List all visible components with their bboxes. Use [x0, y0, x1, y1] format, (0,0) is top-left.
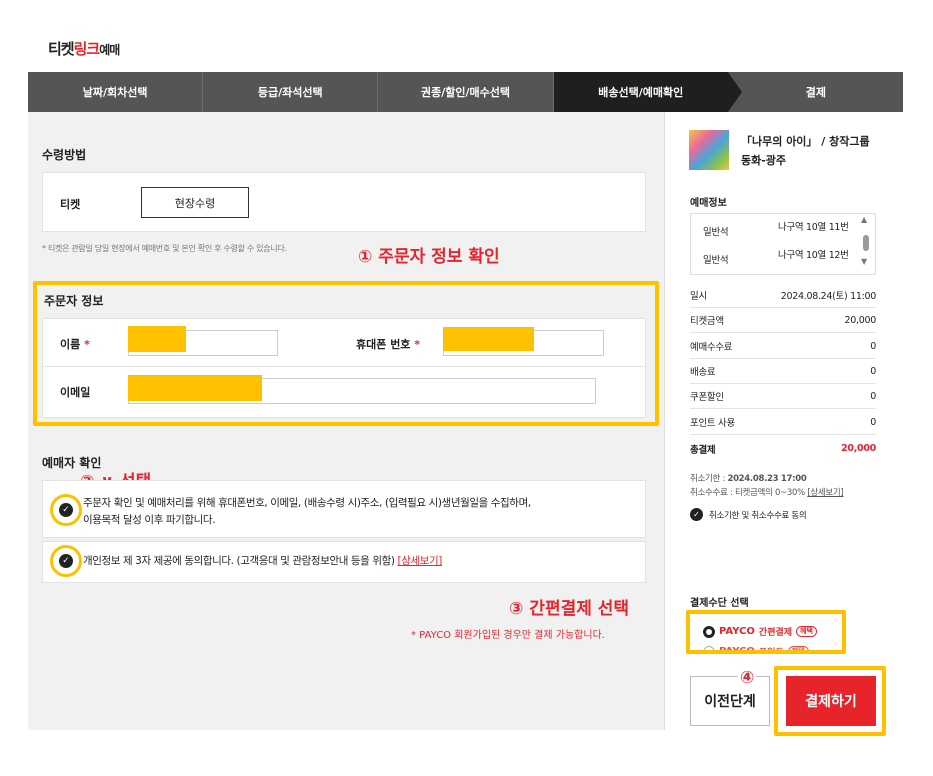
receive-method-title: 수령방법 [42, 148, 87, 162]
callout-1: ① 주문자 정보 확인 [358, 247, 500, 267]
cancel-deadline-label: 취소기한 : [690, 474, 728, 484]
ticket-label: 티켓 [60, 198, 81, 211]
info-row-datetime: 일시 2024.08.24(토) 11:00 [690, 283, 876, 308]
info-value: 20,000 [844, 314, 877, 326]
info-label: 쿠폰할인 [690, 392, 724, 403]
cancel-fee: 취소수수료 : 티켓금액의 0~30% [상세보기] [690, 486, 844, 498]
step-payment: 결제 [727, 72, 904, 112]
info-row-delivery-fee: 배송료 0 [690, 359, 876, 384]
scroll-thumb[interactable] [863, 235, 869, 251]
logo-link: 링크 [73, 40, 101, 58]
consent1-highlight [50, 494, 82, 526]
seat-location-1: 나구역 10열 11번 [778, 222, 849, 233]
cancel-deadline: 취소기한 : 2024.08.23 17:00 [690, 472, 807, 484]
info-value: 0 [870, 416, 876, 428]
payment-method-title: 결제수단 선택 [690, 598, 749, 609]
info-label: 포인트 사용 [690, 418, 735, 429]
cancel-fee-label: 취소수수료 : 티켓금액의 0~30% [690, 488, 805, 498]
step-bar: 날짜/회차선택 등급/좌석선택 권종/할인/매수선택 배송선택/예매확인 결제 [28, 72, 904, 112]
info-label: 일시 [690, 291, 707, 302]
info-value: 2024.08.24(토) 11:00 [780, 291, 877, 302]
info-label: 티켓금액 [690, 316, 724, 327]
total-label: 총결제 [690, 444, 716, 456]
previous-step-button[interactable]: 이전단계 [690, 676, 770, 726]
info-value: 0 [870, 340, 876, 352]
cancel-fee-detail-link[interactable]: [상세보기] [807, 488, 843, 498]
info-row-booking-fee: 예매수수료 0 [690, 334, 876, 359]
seat-grade-1: 일반석 [703, 227, 729, 238]
info-label: 배송료 [690, 367, 716, 378]
info-row-points: 포인트 사용 0 [690, 410, 876, 435]
payco-highlight [686, 610, 846, 654]
info-row-coupon: 쿠폰할인 0 [690, 384, 876, 409]
scroll-down-icon[interactable]: ▼ [861, 257, 867, 266]
callout-3: ③ 간편결제 선택 [509, 599, 630, 619]
step-ticket-type: 권종/할인/매수선택 [377, 72, 553, 112]
scroll-up-icon[interactable]: ▲ [861, 215, 867, 224]
step-seat: 등급/좌석선택 [202, 72, 378, 112]
orderer-info-highlight [33, 281, 659, 426]
callout-4: ④ [738, 668, 757, 688]
cancel-deadline-value: 2024.08.23 17:00 [727, 474, 807, 484]
consent2-label: 개인정보 제 3자 제공에 동의합니다. (고객응대 및 관람정보안내 등을 위… [83, 555, 395, 567]
receive-note: * 티켓은 관람일 당일 현장에서 예매번호 및 본인 확인 후 수령할 수 있… [42, 244, 287, 253]
info-row-ticket-price: 티켓금액 20,000 [690, 308, 876, 333]
site-logo[interactable]: 티켓링크예매 [48, 38, 120, 59]
show-title: 「나무의 아이」 / 창작그룹 동화-광주 [741, 135, 870, 167]
step-date: 날짜/회차선택 [28, 72, 203, 112]
consent1-line2: 이용목적 달성 이후 파기합니다. [83, 514, 216, 526]
info-value: 0 [870, 390, 876, 402]
info-row-total: 총결제 20,000 [690, 436, 876, 461]
cancel-agree-check-icon[interactable]: ✓ [690, 508, 703, 521]
consent2-highlight [50, 545, 82, 577]
logo-ticket: 티켓 [48, 40, 75, 58]
consent1-line1: 주문자 확인 및 예매처리를 위해 휴대폰번호, 이메일, (배송수령 시)주소… [83, 497, 531, 509]
seat-grade-2: 일반석 [703, 255, 729, 266]
cancel-agree-text: 취소기한 및 취소수수료 동의 [709, 511, 807, 521]
info-value: 0 [870, 365, 876, 377]
onsite-pickup-button[interactable]: 현장수령 [141, 187, 249, 218]
receive-method-box [42, 172, 646, 232]
show-poster [689, 130, 729, 170]
consent1-text: 주문자 확인 및 예매처리를 위해 휴대폰번호, 이메일, (배송수령 시)주소… [83, 495, 643, 529]
logo-booking: 예매 [99, 43, 120, 57]
step-delivery-confirm: 배송선택/예매확인 [552, 72, 743, 112]
callout-3-note: * PAYCO 회원가입된 경우만 결제 가능합니다. [411, 630, 605, 641]
pay-button-highlight [774, 666, 886, 736]
consent2-detail-link[interactable]: [상세보기] [398, 555, 443, 567]
seat-location-2: 나구역 10열 12번 [778, 250, 849, 261]
consent2-text: 개인정보 제 3자 제공에 동의합니다. (고객응대 및 관람정보안내 등을 위… [83, 553, 442, 570]
total-value: 20,000 [841, 443, 876, 454]
booking-info-title: 예매정보 [690, 198, 727, 209]
info-label: 예매수수료 [690, 342, 733, 353]
